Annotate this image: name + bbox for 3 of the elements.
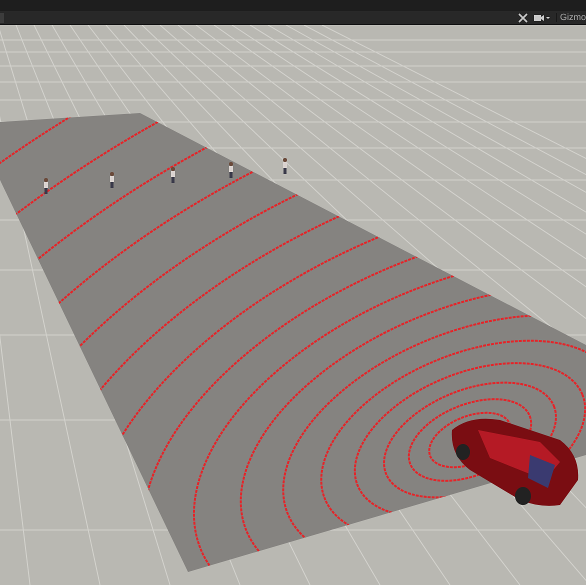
camera-icon[interactable] bbox=[534, 14, 550, 22]
gizmos-label[interactable]: Gizmo bbox=[556, 13, 586, 22]
tools-icon[interactable] bbox=[518, 12, 528, 22]
